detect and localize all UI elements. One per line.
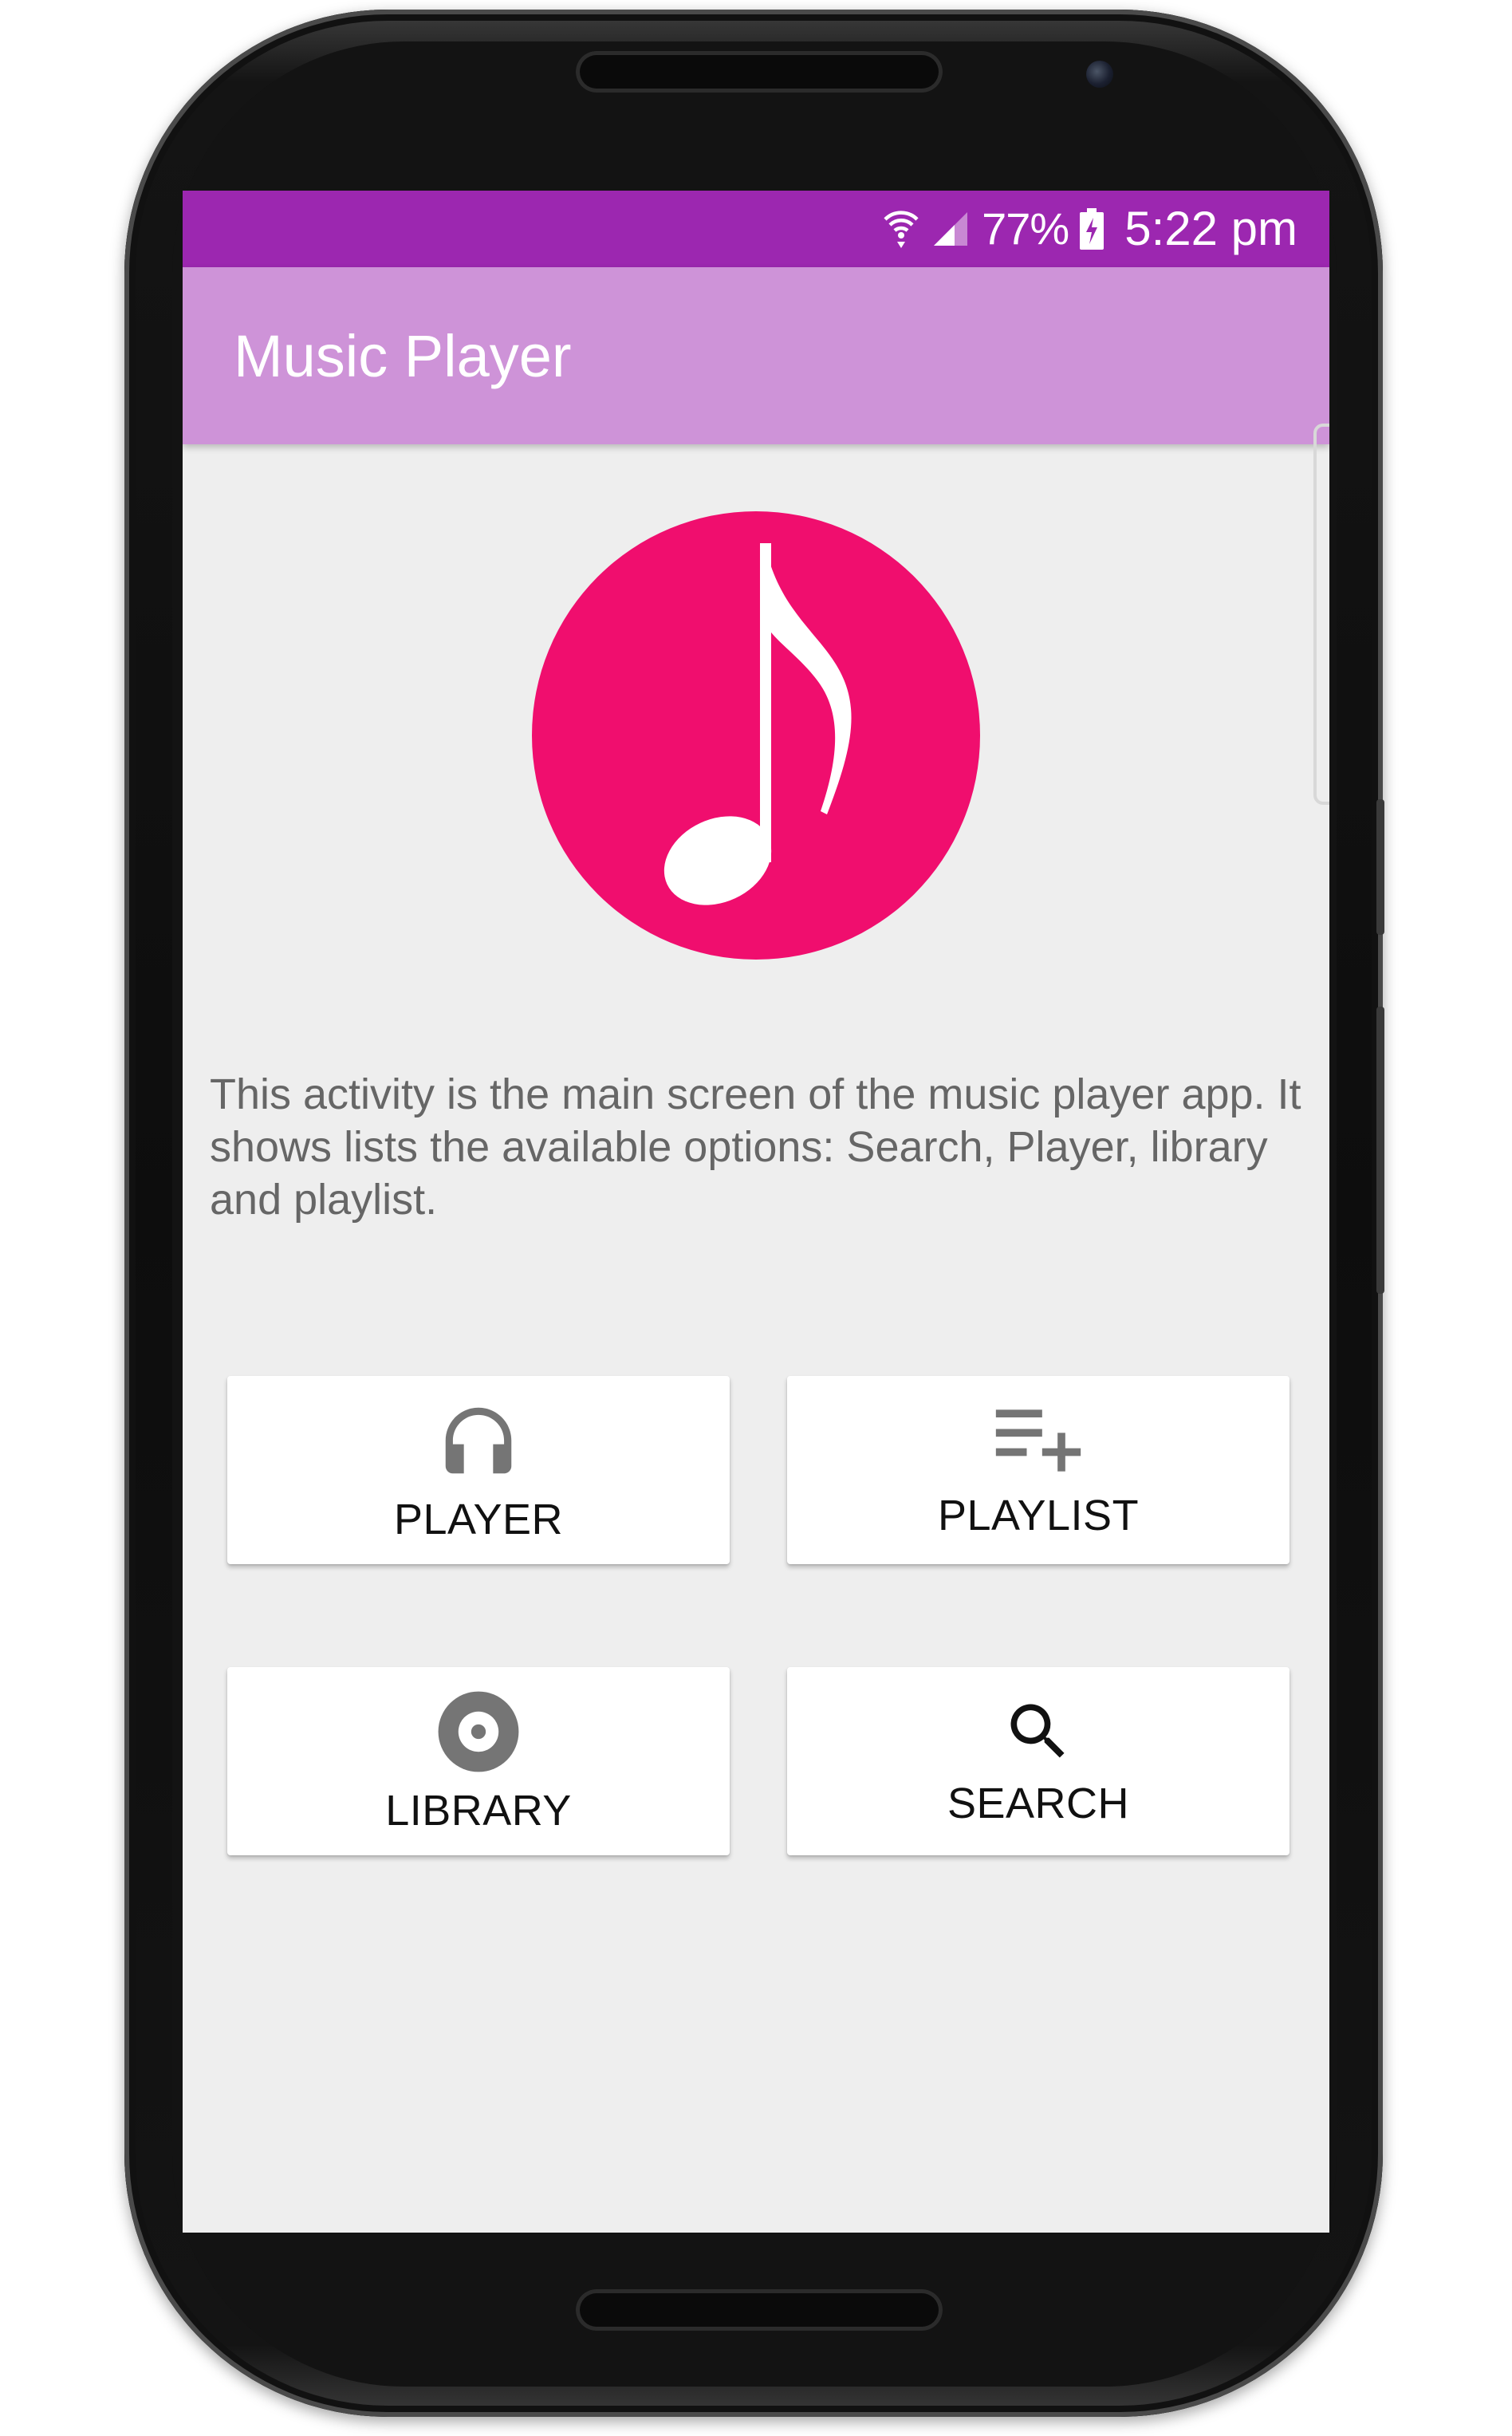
status-clock: 5:22 pm — [1124, 202, 1297, 255]
library-button-label: LIBRARY — [385, 1786, 572, 1835]
battery-charging-icon — [1080, 208, 1104, 250]
volume-button — [1376, 1007, 1384, 1294]
search-icon — [1002, 1695, 1075, 1772]
album-icon — [435, 1688, 522, 1780]
status-bar: 77% 5:22 pm — [183, 191, 1329, 267]
top-speaker-grille — [576, 51, 943, 93]
music-note-icon — [532, 511, 980, 960]
bottom-speaker-grille — [576, 2289, 943, 2331]
app-screen: 77% 5:22 pm Music Player This activity i… — [183, 191, 1329, 2233]
page-title: Music Player — [234, 322, 572, 389]
app-logo — [532, 511, 980, 960]
player-button[interactable]: PLAYER — [227, 1376, 730, 1564]
search-button[interactable]: SEARCH — [787, 1667, 1290, 1855]
playlist-button-label: PLAYLIST — [937, 1491, 1140, 1539]
player-button-label: PLAYER — [393, 1495, 564, 1543]
search-button-label: SEARCH — [947, 1779, 1130, 1827]
library-button[interactable]: LIBRARY — [227, 1667, 730, 1855]
wifi-icon — [883, 208, 919, 250]
signal-icon — [931, 209, 971, 249]
app-toolbar: Music Player — [183, 267, 1329, 444]
power-button — [1376, 799, 1384, 935]
playlist-add-icon — [992, 1401, 1085, 1484]
headphones-icon — [435, 1397, 522, 1488]
description-text: This activity is the main screen of the … — [210, 1070, 1301, 1224]
playlist-button[interactable]: PLAYLIST — [787, 1376, 1290, 1564]
overscroll-edge — [1313, 424, 1329, 805]
front-camera — [1086, 61, 1113, 88]
battery-percentage: 77% — [982, 203, 1069, 254]
